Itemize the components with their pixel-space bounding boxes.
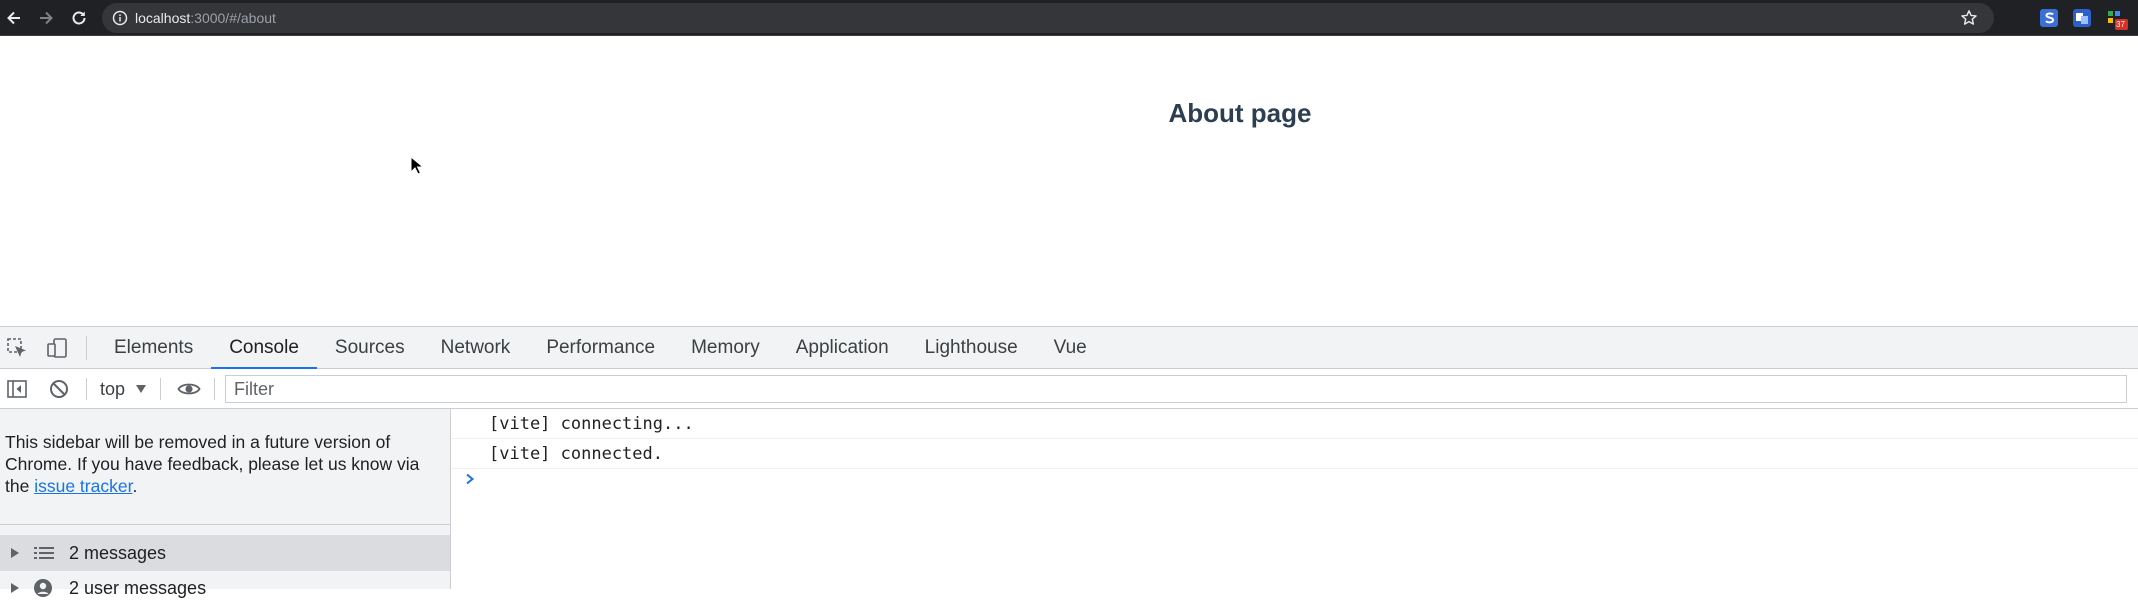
dropdown-triangle-icon bbox=[136, 385, 147, 393]
tab-console[interactable]: Console bbox=[211, 327, 317, 370]
notice-end: . bbox=[132, 476, 138, 496]
extension-s-icon[interactable] bbox=[2040, 9, 2058, 27]
mouse-cursor-icon bbox=[410, 156, 424, 175]
device-toggle-icon bbox=[47, 338, 67, 358]
clear-console-button[interactable] bbox=[46, 376, 72, 402]
back-arrow-icon bbox=[7, 11, 20, 25]
bookmark-star-icon[interactable] bbox=[1960, 9, 1978, 27]
filter-input[interactable]: Filter bbox=[225, 375, 2127, 403]
console-output: [vite] connecting... [vite] connected. bbox=[451, 409, 2138, 589]
show-sidebar-button[interactable] bbox=[4, 376, 30, 402]
consolebar-divider-3 bbox=[214, 378, 215, 400]
address-bar[interactable]: localhost:3000/#/about bbox=[102, 3, 1994, 33]
consolebar-divider bbox=[86, 378, 87, 400]
url-host: localhost bbox=[135, 10, 191, 26]
url-path: :3000/#/about bbox=[190, 10, 276, 26]
expand-triangle-icon bbox=[11, 583, 19, 593]
console-sidebar: This sidebar will be removed in a future… bbox=[0, 409, 451, 598]
extension-grid-icon[interactable]: 37 bbox=[2106, 9, 2128, 30]
browser-toolbar: localhost:3000/#/about 37 bbox=[0, 0, 2138, 36]
url-text: localhost:3000/#/about bbox=[135, 10, 276, 26]
context-selector[interactable]: top bbox=[100, 377, 147, 401]
forward-button[interactable] bbox=[35, 7, 57, 29]
context-value: top bbox=[100, 378, 126, 399]
consolebar-divider-2 bbox=[160, 378, 161, 400]
devtools-tabs: Elements Console Sources Network Performance… bbox=[96, 327, 1105, 370]
tab-sources[interactable]: Sources bbox=[317, 327, 423, 369]
console-toolbar: top Filter bbox=[0, 369, 2138, 409]
back-button[interactable] bbox=[3, 7, 25, 29]
eye-icon bbox=[177, 383, 201, 395]
reload-icon bbox=[72, 11, 86, 25]
forward-arrow-icon bbox=[40, 11, 53, 25]
tab-lighthouse[interactable]: Lighthouse bbox=[907, 327, 1036, 369]
live-expression-button[interactable] bbox=[176, 376, 202, 402]
console-message: [vite] connecting... bbox=[451, 409, 2138, 439]
sidebar-deprecation-notice: This sidebar will be removed in a future… bbox=[5, 431, 445, 497]
user-icon bbox=[34, 579, 52, 597]
devtools-panel: Elements Console Sources Network Performance… bbox=[0, 326, 2138, 598]
page-title: About page bbox=[1168, 98, 1312, 128]
console-prompt-chevron-icon[interactable] bbox=[465, 473, 475, 485]
sidebar-item-user-messages[interactable]: 2 user messages bbox=[0, 570, 450, 606]
tab-memory[interactable]: Memory bbox=[673, 327, 778, 369]
console-message: [vite] connected. bbox=[451, 439, 2138, 469]
tab-performance[interactable]: Performance bbox=[528, 327, 673, 369]
sidebar-divider bbox=[0, 524, 451, 525]
sidebar-toggle-icon bbox=[7, 380, 27, 398]
sidebar-item-messages[interactable]: 2 messages bbox=[0, 535, 450, 571]
reload-button[interactable] bbox=[68, 7, 90, 29]
tab-vue[interactable]: Vue bbox=[1036, 327, 1105, 369]
filter-placeholder: Filter bbox=[234, 378, 274, 399]
inspect-element-button[interactable] bbox=[4, 335, 30, 361]
site-info-icon[interactable] bbox=[112, 10, 128, 26]
issue-tracker-link[interactable]: issue tracker bbox=[34, 476, 132, 496]
extension-translate-icon[interactable] bbox=[2073, 9, 2091, 27]
inspect-cursor-icon bbox=[7, 338, 26, 357]
list-icon bbox=[34, 547, 54, 559]
expand-triangle-icon bbox=[11, 548, 19, 558]
clear-block-icon bbox=[50, 380, 68, 398]
tab-elements[interactable]: Elements bbox=[96, 327, 211, 369]
devtools-tabbar: Elements Console Sources Network Performance… bbox=[0, 327, 2138, 370]
tabbar-divider bbox=[86, 336, 87, 360]
console-message-text: [vite] connecting... bbox=[489, 413, 694, 434]
page-viewport: About page bbox=[0, 36, 2138, 326]
sidebar-item-label: 2 messages bbox=[69, 542, 167, 563]
tab-network[interactable]: Network bbox=[423, 327, 529, 369]
extension-badge: 37 bbox=[2116, 20, 2125, 29]
device-toolbar-button[interactable] bbox=[44, 335, 70, 361]
tab-application[interactable]: Application bbox=[778, 327, 907, 369]
sidebar-item-label: 2 user messages bbox=[69, 577, 207, 598]
console-message-text: [vite] connected. bbox=[489, 443, 663, 464]
